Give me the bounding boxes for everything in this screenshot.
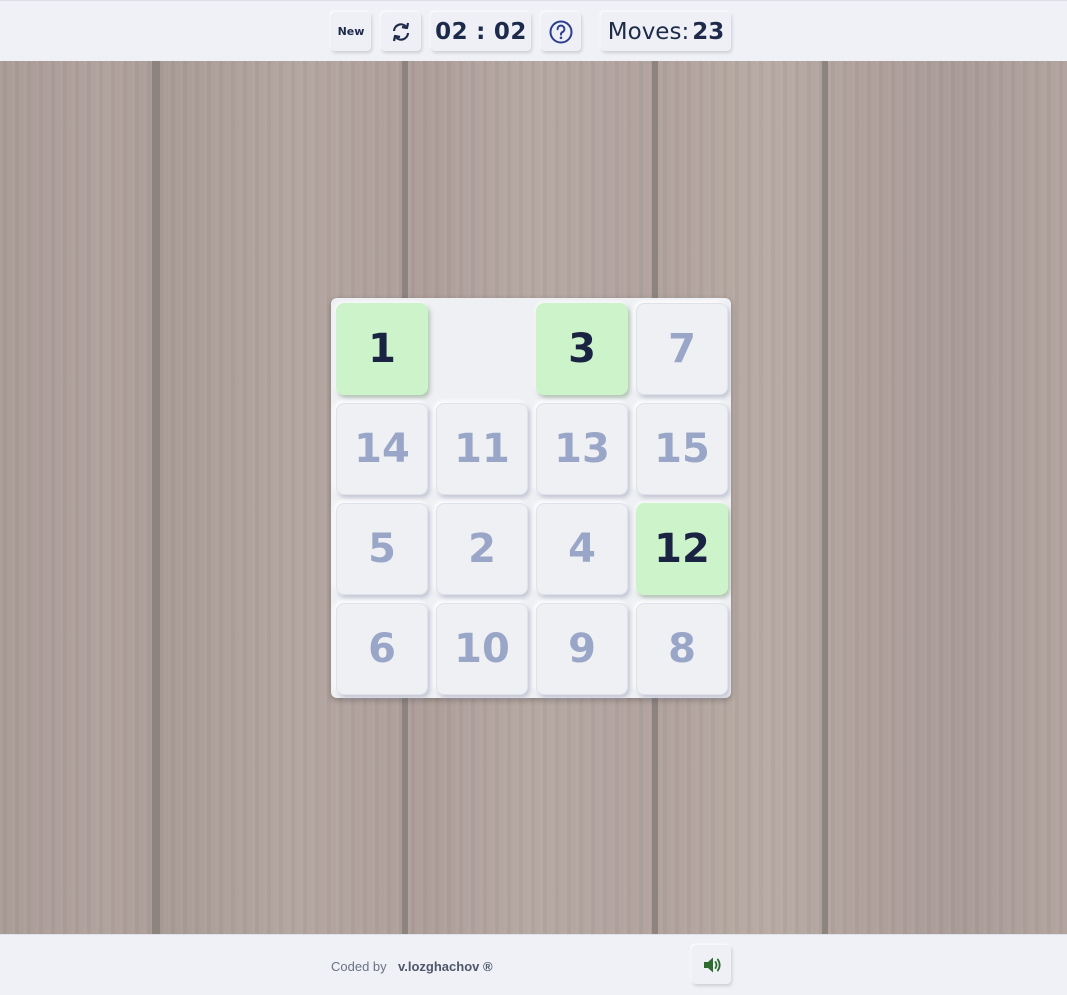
author-name[interactable]: v.lozghachov ® bbox=[398, 959, 493, 974]
moves-label: Moves: bbox=[607, 18, 690, 45]
puzzle-tile[interactable]: 7 bbox=[636, 303, 728, 395]
puzzle-tile[interactable]: 14 bbox=[336, 403, 428, 495]
puzzle-tile[interactable]: 2 bbox=[436, 503, 528, 595]
moves-counter: Moves: 23 bbox=[601, 12, 731, 51]
puzzle-tile[interactable]: 3 bbox=[536, 303, 628, 395]
empty-slot bbox=[436, 303, 528, 395]
new-game-button[interactable]: New bbox=[331, 12, 371, 51]
puzzle-tile[interactable]: 13 bbox=[536, 403, 628, 495]
puzzle-tile[interactable]: 5 bbox=[336, 503, 428, 595]
game-timer: 02 : 02 bbox=[431, 12, 531, 51]
speaker-icon bbox=[703, 957, 721, 972]
timer-minutes: 02 bbox=[435, 18, 469, 45]
credit-label: Coded by bbox=[331, 959, 387, 974]
puzzle-tile[interactable]: 9 bbox=[536, 603, 628, 695]
puzzle-tile[interactable]: 1 bbox=[336, 303, 428, 395]
sound-toggle-button[interactable] bbox=[692, 945, 731, 984]
puzzle-tile[interactable]: 10 bbox=[436, 603, 528, 695]
restart-button[interactable] bbox=[381, 12, 421, 51]
puzzle-tile[interactable]: 11 bbox=[436, 403, 528, 495]
puzzle-tile[interactable]: 4 bbox=[536, 503, 628, 595]
refresh-icon bbox=[392, 22, 410, 41]
puzzle-board: 1 3 7 14 11 13 15 5 2 4 12 6 10 9 8 bbox=[331, 298, 731, 698]
help-icon bbox=[549, 20, 573, 43]
puzzle-tile[interactable]: 6 bbox=[336, 603, 428, 695]
puzzle-tile[interactable]: 12 bbox=[636, 503, 728, 595]
timer-separator: : bbox=[476, 18, 486, 45]
moves-value: 23 bbox=[692, 18, 725, 45]
puzzle-tile[interactable]: 8 bbox=[636, 603, 728, 695]
puzzle-tile[interactable]: 15 bbox=[636, 403, 728, 495]
footer: Coded by v.lozghachov ® bbox=[0, 934, 1067, 995]
timer-seconds: 02 bbox=[493, 18, 527, 45]
top-bar: New 02 : 02 Moves: 23 bbox=[0, 0, 1067, 61]
help-button[interactable] bbox=[541, 12, 581, 51]
